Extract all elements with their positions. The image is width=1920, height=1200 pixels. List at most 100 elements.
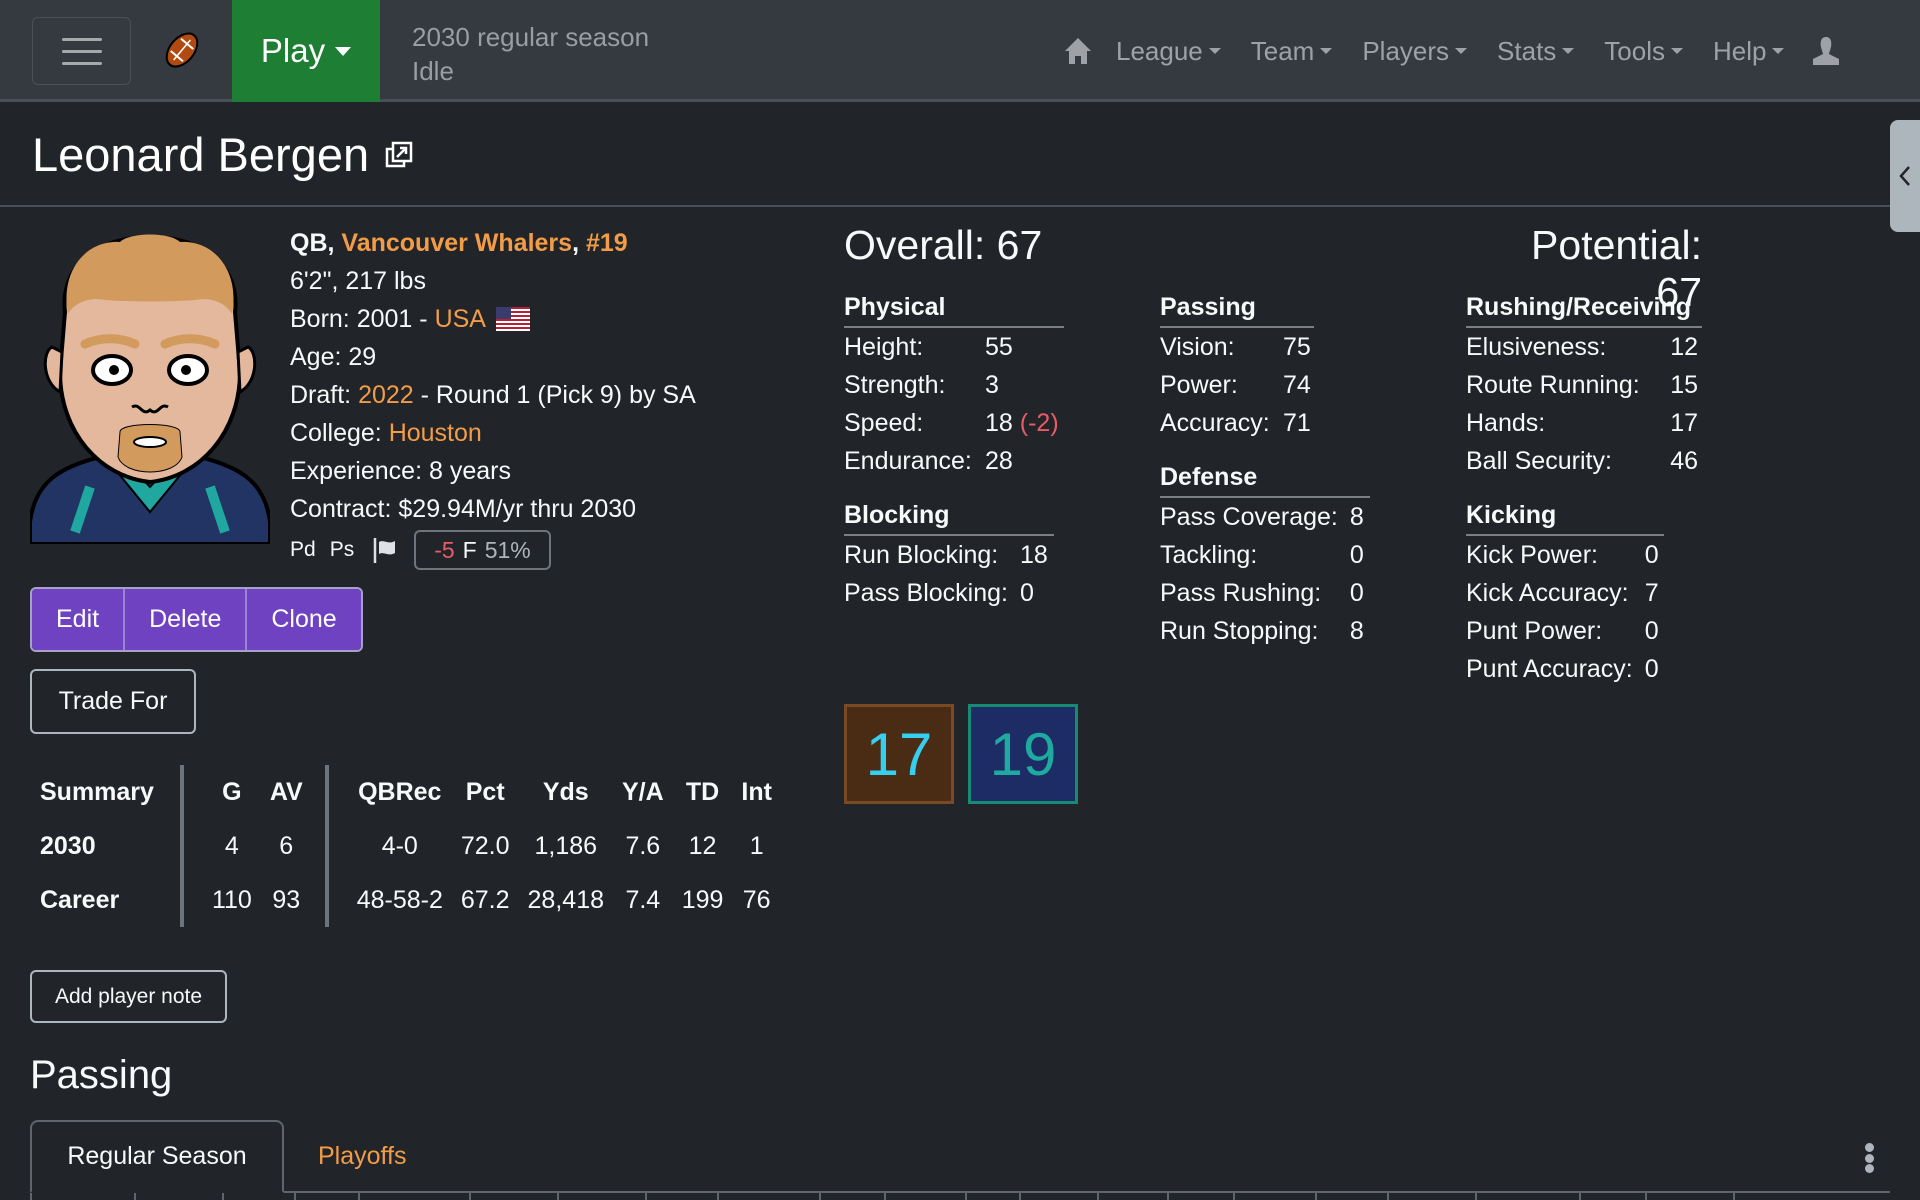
rating-row: Ball Security: 46 <box>1466 442 1698 480</box>
overall-rating: Overall: 67 <box>844 222 1043 268</box>
caret-down-icon <box>335 46 352 56</box>
tab-regular-season[interactable]: Regular Season <box>30 1120 284 1193</box>
cell: 7.6 <box>625 831 661 860</box>
rating-label: Run Blocking: <box>844 540 999 569</box>
rating-label: Kick Power: <box>1466 540 1598 569</box>
skill-badge[interactable]: Ps <box>330 531 355 569</box>
country-link[interactable]: USA <box>435 300 486 338</box>
rating-value: 28 <box>985 446 1013 475</box>
col-header: Summary <box>40 777 154 806</box>
col-divider <box>557 1193 645 1200</box>
sidebar-toggle-button[interactable] <box>1890 120 1920 232</box>
delete-button[interactable]: Delete <box>125 589 248 650</box>
cell: 1 <box>749 831 764 860</box>
skill-badge[interactable]: Pd <box>290 531 316 569</box>
home-icon[interactable] <box>1063 36 1093 66</box>
rating-label: Vision: <box>1160 332 1235 361</box>
col-divider <box>469 1193 557 1200</box>
player-actions: Edit Delete Clone <box>30 587 363 652</box>
nav-team[interactable]: Team <box>1236 36 1348 67</box>
rating-row: Run Stopping: 8 <box>1160 612 1364 650</box>
age-label: Age: <box>290 343 342 371</box>
rating-row: Route Running: 15 <box>1466 366 1698 404</box>
nav-tools[interactable]: Tools <box>1589 36 1698 67</box>
col-divider <box>884 1193 965 1200</box>
external-link-icon[interactable] <box>385 141 413 169</box>
flag-icon[interactable] <box>372 536 398 564</box>
rating-label: Pass Rushing: <box>1160 578 1322 607</box>
col-header: Pct <box>465 777 505 806</box>
col-divider <box>30 1193 134 1200</box>
rating-value: 8 <box>1349 502 1364 531</box>
football-icon[interactable] <box>160 30 204 70</box>
row-label: 2030 <box>40 831 96 860</box>
rating-row: Strength: 3 <box>844 366 1059 404</box>
rating-label: Speed: <box>844 408 924 437</box>
nav-help-label: Help <box>1713 35 1767 66</box>
nav-stats-label: Stats <box>1497 35 1557 66</box>
born-year: 2001 <box>356 305 413 333</box>
ratings-group-defense: Defense Pass Coverage: 8 Tackling: 0 Pass … <box>1160 460 1370 650</box>
mood-button[interactable]: -5 F 51% <box>414 530 551 570</box>
table-row: 2030 4 6 4-0 72.0 1,186 7.6 12 1 <box>30 819 781 873</box>
col-header: QBRec <box>324 765 452 819</box>
caret-down-icon <box>1772 48 1785 54</box>
rating-label: Power: <box>1160 370 1238 399</box>
clone-button[interactable]: Clone <box>247 589 361 650</box>
team-link[interactable]: Vancouver Whalers <box>341 224 572 262</box>
experience-label: Experience: <box>290 457 423 485</box>
summary-header-row: Summary G AV QBRec Pct Yds Y/A TD Int <box>30 765 781 819</box>
title-bar: Leonard Bergen <box>0 105 1890 207</box>
col-divider <box>1315 1193 1387 1200</box>
jersey-number-link[interactable]: #19 <box>586 224 628 262</box>
rating-row: Punt Accuracy: 0 <box>1466 650 1659 688</box>
mood-change: -5 <box>434 537 455 563</box>
rating-number: 18 <box>985 408 1013 437</box>
col-header: G <box>179 765 261 819</box>
group-title: Defense <box>1160 460 1370 498</box>
college-row: College: Houston <box>290 414 696 452</box>
add-player-note-button[interactable]: Add player note <box>30 970 227 1023</box>
table-row: Career 110 93 48-58-2 67.2 28,418 7.4 19… <box>30 873 781 927</box>
draft-year-link[interactable]: 2022 <box>358 376 414 414</box>
rating-row: Accuracy: 71 <box>1160 404 1311 442</box>
play-menu-button[interactable]: Play <box>232 0 380 102</box>
edit-button[interactable]: Edit <box>32 589 126 650</box>
rating-row: Tackling: 0 <box>1160 536 1364 574</box>
group-title: Blocking <box>844 498 1054 536</box>
menu-toggle-button[interactable] <box>32 17 131 85</box>
caret-down-icon <box>1562 48 1575 54</box>
position-team-row: QB, Vancouver Whalers, #19 <box>290 224 696 262</box>
cell: 6 <box>279 831 294 860</box>
college-link[interactable]: Houston <box>389 414 482 452</box>
passing-table-header <box>30 1193 1890 1200</box>
col-divider <box>294 1193 358 1200</box>
more-options-icon[interactable] <box>1862 1143 1876 1173</box>
player-avatar <box>30 234 270 544</box>
nav-players[interactable]: Players <box>1347 36 1482 67</box>
main-nav: League Team Players Stats Tools Help <box>1063 0 1841 102</box>
passing-section-title: Passing <box>30 1053 173 1097</box>
col-divider <box>134 1193 222 1200</box>
cell: 76 <box>742 885 771 914</box>
col-header: Int <box>741 777 772 806</box>
season-label: 2030 regular season <box>412 22 650 52</box>
cell: 67.2 <box>460 885 510 914</box>
nav-league-label: League <box>1116 35 1203 66</box>
ratings-column-2: Passing Vision: 75 Power: 74 Accuracy: 71 D… <box>1160 290 1370 668</box>
cell: 93 <box>272 885 301 914</box>
col-divider <box>819 1193 884 1200</box>
tab-playoffs[interactable]: Playoffs <box>318 1120 406 1193</box>
trade-for-button[interactable]: Trade For <box>30 669 196 734</box>
rating-value: 0 <box>1349 540 1364 569</box>
nav-league[interactable]: League <box>1101 36 1236 67</box>
rating-label: Kick Accuracy: <box>1466 578 1629 607</box>
nav-stats[interactable]: Stats <box>1482 36 1589 67</box>
user-icon[interactable] <box>1811 35 1841 67</box>
rating-label: Route Running: <box>1466 370 1640 399</box>
rating-value: 18 <box>1019 540 1048 569</box>
nav-help[interactable]: Help <box>1698 36 1799 67</box>
rating-row: Kick Accuracy: 7 <box>1466 574 1659 612</box>
rating-row: Kick Power: 0 <box>1466 536 1659 574</box>
mood-grade: F <box>462 537 477 563</box>
